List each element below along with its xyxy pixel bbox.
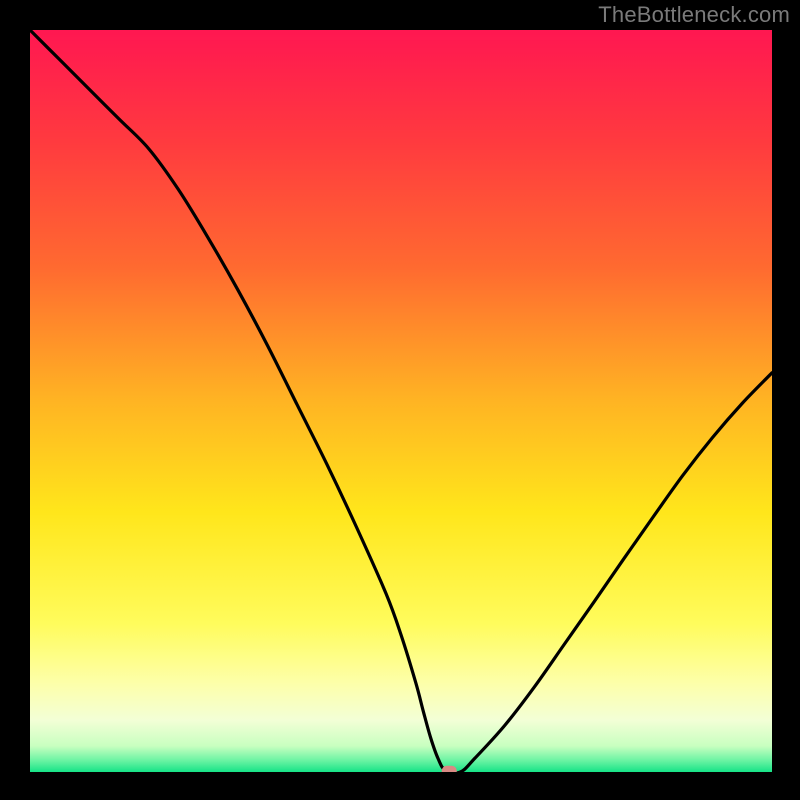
- optimal-marker: [442, 766, 457, 777]
- chart-svg: [0, 0, 800, 800]
- watermark-text: TheBottleneck.com: [598, 2, 790, 28]
- chart-root: { "watermark": "TheBottleneck.com", "cha…: [0, 0, 800, 800]
